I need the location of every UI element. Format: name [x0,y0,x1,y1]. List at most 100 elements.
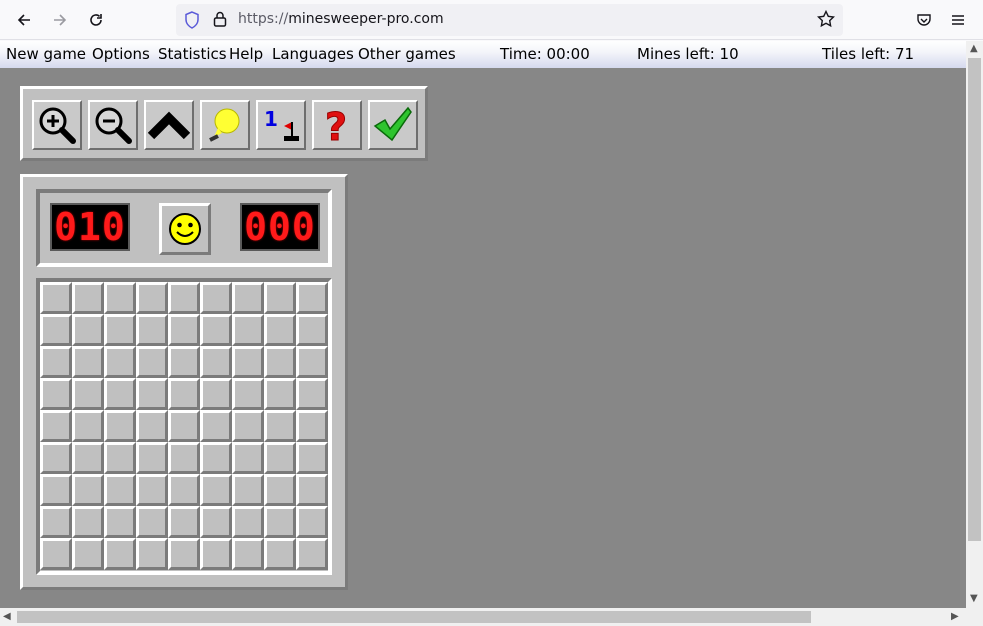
minefield-cell[interactable] [72,506,104,538]
back-arrow-icon[interactable] [12,8,36,32]
minefield-cell[interactable] [136,282,168,314]
scroll-down-arrow-icon[interactable]: ▼ [970,593,978,604]
minefield-cell[interactable] [200,442,232,474]
shield-icon[interactable] [184,11,200,33]
minefield-cell[interactable] [200,314,232,346]
minefield-cell[interactable] [296,346,328,378]
minefield-cell[interactable] [296,378,328,410]
minefield-cell[interactable] [136,314,168,346]
minefield-cell[interactable] [296,410,328,442]
hint-button[interactable] [200,100,250,150]
lock-icon[interactable] [212,10,228,32]
menu-help[interactable]: Help [229,45,263,63]
minefield-cell[interactable] [168,410,200,442]
minefield-cell[interactable] [232,506,264,538]
minefield-cell[interactable] [264,346,296,378]
scroll-right-arrow-icon[interactable]: ▶ [951,611,959,622]
minefield-cell[interactable] [168,346,200,378]
minefield-cell[interactable] [264,282,296,314]
minefield-cell[interactable] [264,506,296,538]
minefield-cell[interactable] [296,442,328,474]
minefield-cell[interactable] [168,442,200,474]
minefield-cell[interactable] [136,538,168,570]
minefield-cell[interactable] [296,314,328,346]
minefield-cell[interactable] [264,474,296,506]
minefield-cell[interactable] [136,410,168,442]
minefield-cell[interactable] [40,506,72,538]
zoom-out-button[interactable] [88,100,138,150]
minefield-cell[interactable] [104,282,136,314]
minefield-cell[interactable] [264,410,296,442]
minefield-cell[interactable] [72,474,104,506]
minefield-cell[interactable] [72,442,104,474]
help-button[interactable]: ? [312,100,362,150]
minefield-cell[interactable] [264,442,296,474]
minefield-cell[interactable] [40,442,72,474]
url-text[interactable]: https://minesweeper-pro.com [238,11,444,27]
reload-icon[interactable] [84,8,108,32]
minefield-cell[interactable] [104,314,136,346]
minefield-cell[interactable] [232,538,264,570]
hamburger-menu-icon[interactable] [946,8,970,32]
minefield-cell[interactable] [264,538,296,570]
minefield-cell[interactable] [232,346,264,378]
minefield-cell[interactable] [168,474,200,506]
minefield-cell[interactable] [72,346,104,378]
minefield-cell[interactable] [200,410,232,442]
minefield-cell[interactable] [104,410,136,442]
minefield-cell[interactable] [40,538,72,570]
minefield-cell[interactable] [168,282,200,314]
minefield-cell[interactable] [104,506,136,538]
minefield-cell[interactable] [200,538,232,570]
minefield-cell[interactable] [136,378,168,410]
minefield-cell[interactable] [104,442,136,474]
minefield-cell[interactable] [136,474,168,506]
minefield-cell[interactable] [40,314,72,346]
first-click-button[interactable]: 1 [256,100,306,150]
minefield-cell[interactable] [136,442,168,474]
minefield-cell[interactable] [104,378,136,410]
url-bar[interactable]: https://minesweeper-pro.com [176,4,843,36]
minefield-cell[interactable] [104,474,136,506]
check-button[interactable] [368,100,418,150]
menu-other-games[interactable]: Other games [358,45,456,63]
minefield-cell[interactable] [72,314,104,346]
minefield-cell[interactable] [200,282,232,314]
minefield-cell[interactable] [168,538,200,570]
minefield-cell[interactable] [136,506,168,538]
scroll-left-arrow-icon[interactable]: ◀ [3,611,11,622]
minefield-cell[interactable] [40,282,72,314]
minefield-cell[interactable] [40,346,72,378]
minefield-cell[interactable] [232,282,264,314]
minefield-cell[interactable] [104,346,136,378]
minefield-cell[interactable] [296,506,328,538]
minefield-cell[interactable] [232,442,264,474]
menu-statistics[interactable]: Statistics [158,45,227,63]
star-icon[interactable] [816,9,836,32]
minefield-cell[interactable] [232,314,264,346]
minefield-cell[interactable] [200,474,232,506]
minefield-cell[interactable] [232,474,264,506]
vertical-scrollbar[interactable]: ▲ ▼ [966,41,983,608]
minefield-cell[interactable] [296,474,328,506]
scroll-up-arrow-icon[interactable]: ▲ [970,43,978,54]
minefield-cell[interactable] [40,410,72,442]
menu-languages[interactable]: Languages [272,45,354,63]
minefield-cell[interactable] [200,506,232,538]
minefield-cell[interactable] [264,378,296,410]
minefield-cell[interactable] [232,378,264,410]
minefield-cell[interactable] [40,474,72,506]
minefield-cell[interactable] [136,346,168,378]
minefield-cell[interactable] [168,506,200,538]
minefield-cell[interactable] [168,314,200,346]
minefield-cell[interactable] [40,378,72,410]
zoom-in-button[interactable] [32,100,82,150]
collapse-button[interactable] [144,100,194,150]
horizontal-scroll-thumb[interactable] [17,611,811,623]
minefield-cell[interactable] [296,282,328,314]
vertical-scroll-thumb[interactable] [968,58,981,541]
minefield-cell[interactable] [200,346,232,378]
minefield-cell[interactable] [232,410,264,442]
menu-new-game[interactable]: New game [6,45,86,63]
pocket-icon[interactable] [912,8,936,32]
